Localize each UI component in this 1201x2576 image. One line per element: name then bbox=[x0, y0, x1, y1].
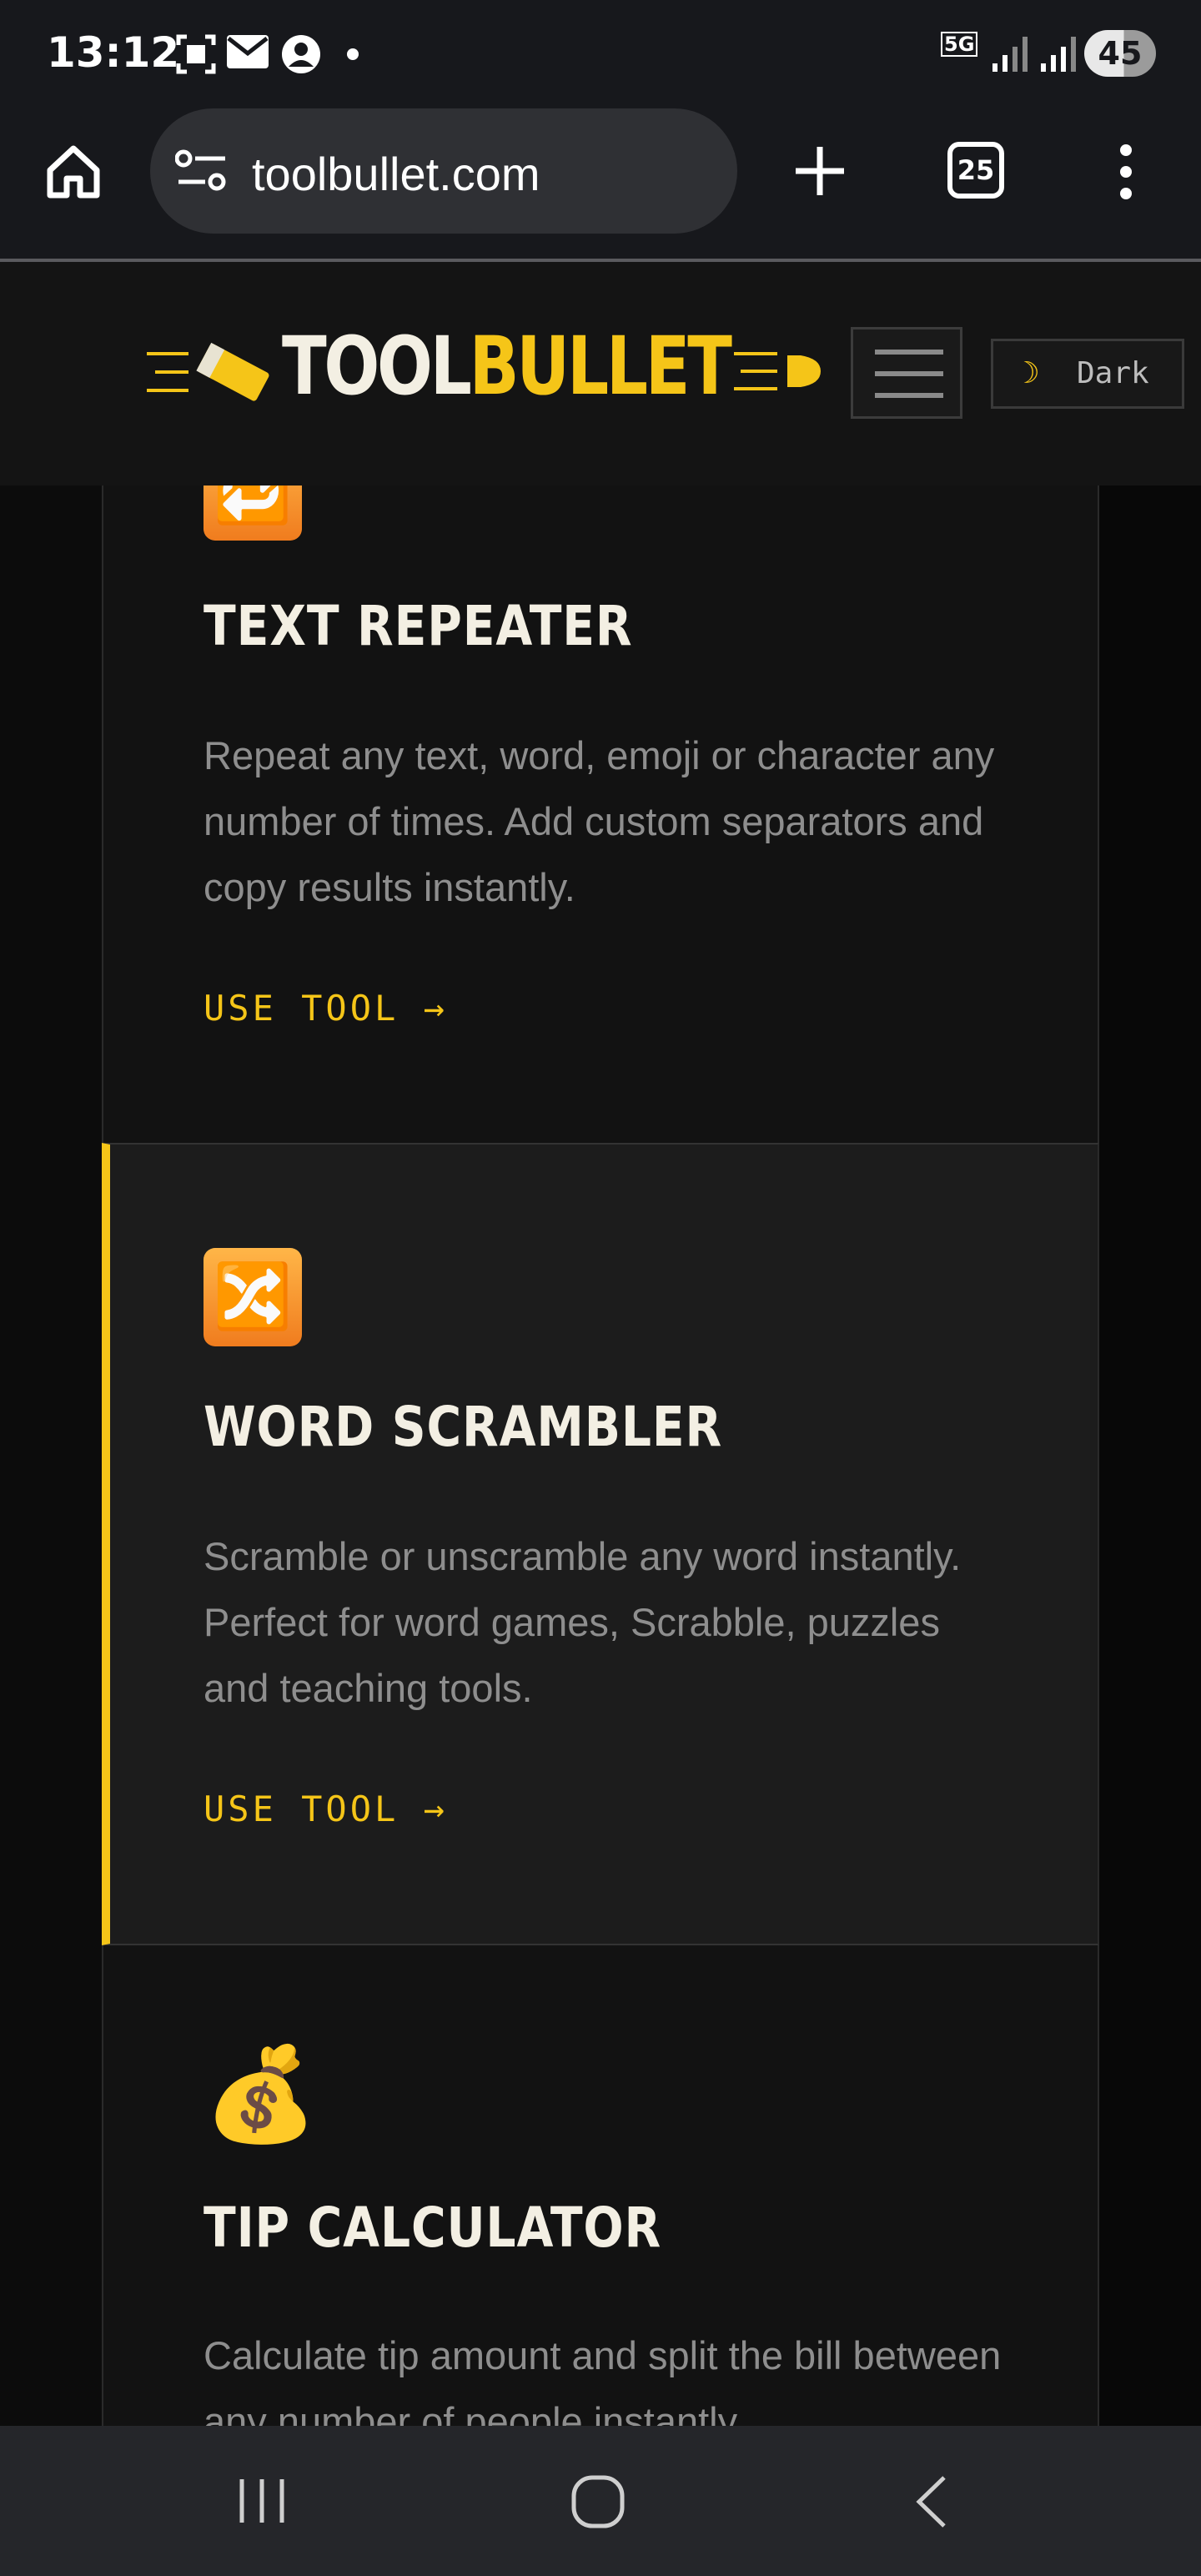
site-header: TOOLBULLET ☽ Dark bbox=[0, 262, 1201, 486]
tool-title[interactable]: WORD SCRAMBLER bbox=[204, 1395, 722, 1459]
logo-part-tool: TOOL bbox=[282, 319, 472, 413]
tool-description: Scramble or unscramble any word instantl… bbox=[204, 1534, 962, 1710]
menu-line bbox=[875, 393, 943, 398]
logo-bullet-tip-icon bbox=[734, 352, 821, 390]
signal-icon bbox=[992, 37, 1028, 72]
status-time: 13:12 bbox=[47, 28, 180, 77]
theme-toggle-button[interactable]: ☽ Dark bbox=[991, 339, 1184, 409]
menu-line bbox=[875, 371, 943, 376]
menu-line bbox=[875, 350, 943, 355]
tab-switcher-button[interactable]: 25 bbox=[947, 142, 1004, 199]
home-icon[interactable] bbox=[43, 142, 103, 202]
use-tool-link[interactable]: USE TOOL → bbox=[204, 988, 448, 1029]
network-type-badge: 5G bbox=[941, 32, 978, 57]
address-bar[interactable]: toolbullet.com bbox=[150, 108, 737, 234]
signal-icon-2 bbox=[1041, 37, 1076, 72]
repeat-icon: 🔁 bbox=[204, 486, 302, 541]
more-options-icon[interactable] bbox=[1109, 142, 1143, 202]
home-nav-icon[interactable] bbox=[570, 2474, 626, 2529]
new-tab-icon[interactable] bbox=[791, 142, 849, 200]
status-bar: 13:12 5G 45 bbox=[0, 0, 1201, 108]
left-gutter bbox=[0, 486, 102, 2426]
recent-apps-icon[interactable] bbox=[235, 2474, 289, 2528]
tool-title[interactable]: TIP CALCULATOR bbox=[204, 2196, 661, 2260]
logo-part-bullet: BULLET bbox=[469, 319, 732, 413]
screenshot-icon bbox=[176, 34, 216, 74]
tool-description: Repeat any text, word, emoji or characte… bbox=[204, 733, 995, 909]
browser-toolbar: toolbullet.com 25 bbox=[0, 108, 1201, 262]
notification-dot-icon bbox=[347, 48, 359, 60]
tool-description: Calculate tip amount and split the bill … bbox=[204, 2333, 1002, 2426]
mail-icon bbox=[227, 35, 269, 68]
shuffle-icon: 🔀 bbox=[204, 1248, 302, 1346]
logo-bullet-trail-icon[interactable] bbox=[147, 339, 280, 405]
money-bag-icon: 💰 bbox=[204, 2043, 318, 2146]
url-text[interactable]: toolbullet.com bbox=[252, 147, 540, 201]
battery-indicator: 45 bbox=[1084, 30, 1156, 77]
tools-list: 🔁 TEXT REPEATER Repeat any text, word, e… bbox=[0, 486, 1201, 2426]
theme-label: Dark bbox=[1077, 356, 1149, 390]
hamburger-menu-button[interactable] bbox=[851, 327, 962, 419]
back-icon[interactable] bbox=[911, 2474, 952, 2529]
moon-icon: ☽ bbox=[1022, 356, 1040, 390]
system-navigation-bar bbox=[0, 2426, 1201, 2576]
logo-wordmark[interactable]: TOOLBULLET bbox=[282, 319, 732, 413]
tab-count: 25 bbox=[957, 154, 995, 186]
use-tool-link[interactable]: USE TOOL → bbox=[204, 1789, 448, 1829]
site-settings-icon[interactable] bbox=[175, 147, 229, 194]
account-icon bbox=[282, 35, 320, 73]
tool-title[interactable]: TEXT REPEATER bbox=[204, 594, 632, 658]
